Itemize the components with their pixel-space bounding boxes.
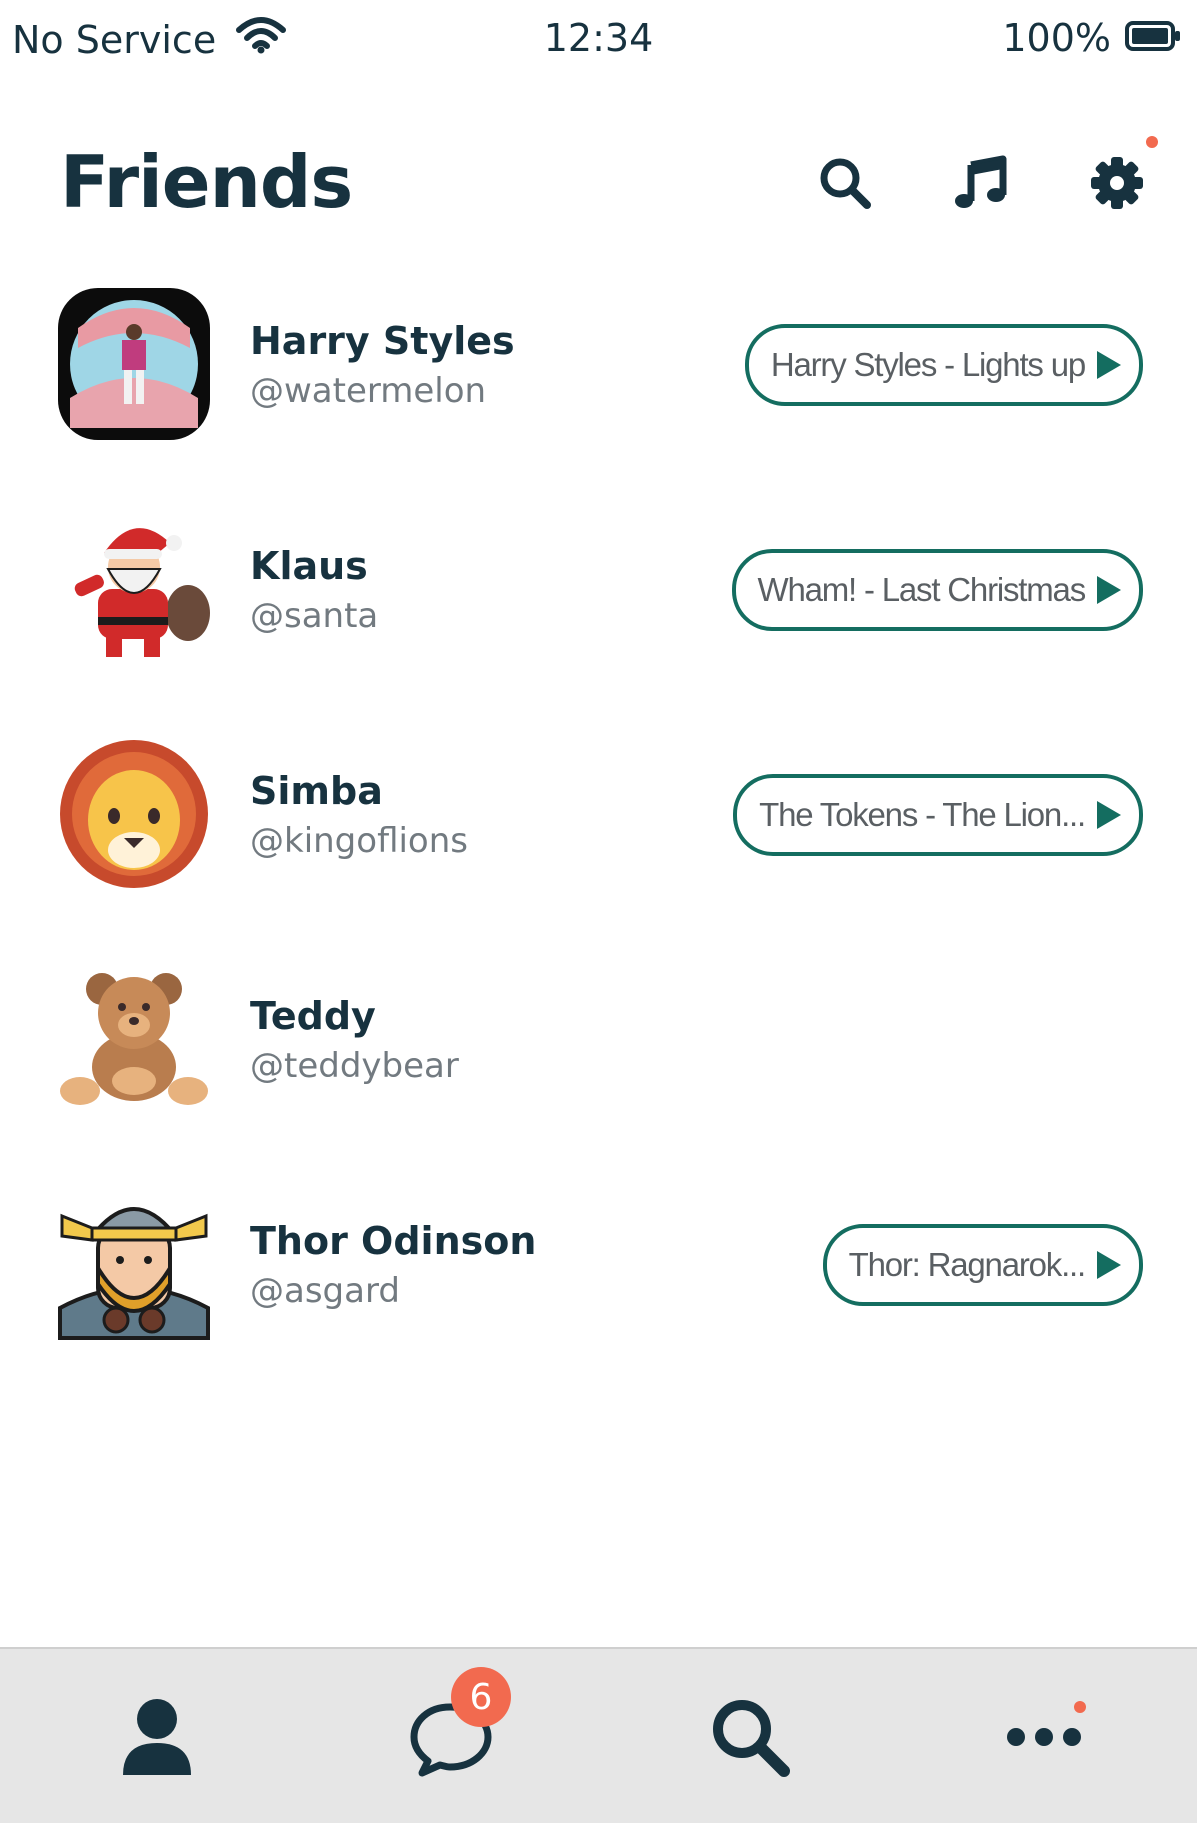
friend-handle: @kingoflions [250, 821, 468, 861]
search-icon[interactable] [810, 148, 880, 218]
now-playing-button[interactable]: Thor: Ragnarok... [822, 1224, 1143, 1306]
song-title: The Tokens - The Lion... [759, 796, 1086, 833]
friend-info: Teddy @teddybear [250, 991, 459, 1091]
song-title: Thor: Ragnarok... [848, 1246, 1087, 1283]
avatar [58, 288, 210, 440]
avatar [58, 513, 210, 665]
chat-badge: 6 [451, 1667, 511, 1727]
friend-name: Harry Styles [250, 319, 515, 363]
friend-row[interactable]: Teddy @teddybear [0, 955, 1197, 1180]
friend-row[interactable]: Simba @kingoflions The Tokens - The Lion… [0, 730, 1197, 955]
now-playing-button[interactable]: The Tokens - The Lion... [733, 774, 1143, 856]
settings-notification-dot [1146, 136, 1158, 148]
friend-info: Harry Styles @watermelon [250, 316, 515, 416]
play-icon [1097, 576, 1121, 604]
play-icon [1097, 1251, 1121, 1279]
friend-info: Simba @kingoflions [250, 766, 468, 866]
status-bar: No Service 12:34 100% [0, 0, 1197, 84]
more-notification-dot [1074, 1701, 1086, 1713]
avatar [58, 738, 210, 890]
now-playing-button[interactable]: Wham! - Last Christmas [731, 549, 1143, 631]
friend-row[interactable]: Harry Styles @watermelon Harry Styles - … [0, 280, 1197, 505]
play-icon [1097, 801, 1121, 829]
friends-list: Harry Styles @watermelon Harry Styles - … [0, 280, 1197, 1405]
friend-name: Simba [250, 769, 383, 813]
song-title: Wham! - Last Christmas [757, 571, 1087, 608]
gear-icon[interactable] [1082, 136, 1158, 218]
friend-row[interactable]: Thor Odinson @asgard Thor: Ragnarok... [0, 1180, 1197, 1405]
friend-handle: @watermelon [250, 371, 487, 411]
status-right: 100% [1002, 16, 1181, 60]
battery-icon [1125, 16, 1181, 60]
avatar [58, 963, 210, 1115]
friend-row[interactable]: Klaus @santa Wham! - Last Christmas [0, 505, 1197, 730]
friend-info: Klaus @santa [250, 541, 378, 641]
friend-info: Thor Odinson @asgard [250, 1216, 536, 1316]
friend-handle: @asgard [250, 1271, 400, 1311]
avatar [58, 1188, 210, 1340]
music-note-icon[interactable] [946, 148, 1016, 218]
header: Friends [0, 128, 1197, 238]
search-icon[interactable] [700, 1687, 800, 1787]
friend-handle: @teddybear [250, 1046, 459, 1086]
bottom-nav: 6 [0, 1647, 1197, 1823]
more-icon[interactable] [994, 1687, 1094, 1787]
chat-icon[interactable]: 6 [401, 1667, 511, 1787]
profile-icon[interactable] [107, 1687, 207, 1787]
song-title: Harry Styles - Lights up [770, 346, 1086, 383]
friend-name: Klaus [250, 544, 368, 588]
battery-percent: 100% [1002, 16, 1111, 60]
play-icon [1097, 351, 1121, 379]
friend-name: Teddy [250, 994, 376, 1038]
now-playing-button[interactable]: Harry Styles - Lights up [744, 324, 1143, 406]
friend-name: Thor Odinson [250, 1219, 537, 1263]
page-title: Friends [60, 140, 353, 224]
friend-handle: @santa [250, 596, 379, 636]
